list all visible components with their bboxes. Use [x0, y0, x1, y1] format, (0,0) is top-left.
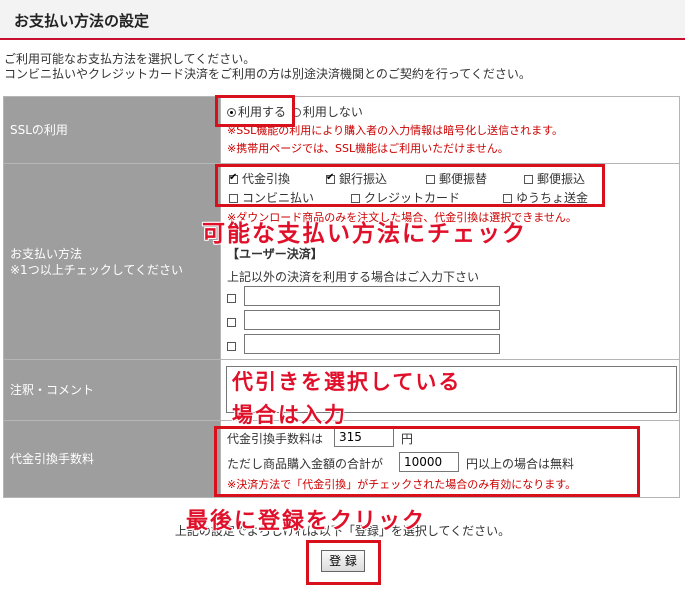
highlight-cod-fee — [214, 426, 640, 497]
highlight-payment-methods — [215, 164, 605, 207]
annotation-comment-2: 場合は入力 — [232, 403, 347, 427]
ssl-option-off[interactable]: 利用しない — [291, 105, 363, 119]
intro-text: ご利用可能なお支払方法を選択してください。 コンビニ払いやクレジットカード決済を… — [4, 52, 531, 82]
user-payment-row-3 — [227, 339, 240, 353]
checkbox-icon[interactable] — [227, 318, 236, 327]
user-payment-row-2 — [227, 315, 240, 329]
checkbox-icon[interactable] — [227, 294, 236, 303]
cod-fee-label: 代金引換手数料 — [3, 420, 221, 498]
intro-line-2: コンビニ払いやクレジットカード決済をご利用の方は別途決済機関とのご契約を行ってく… — [4, 67, 531, 81]
user-payment-row-1 — [227, 291, 240, 305]
page-title: お支払い方法の設定 — [14, 12, 150, 30]
user-payment-desc: 上記以外の決済を利用する場合はご入力下さい — [227, 270, 480, 284]
user-payment-input-3[interactable] — [244, 334, 500, 354]
comment-label: 注釈・コメント — [3, 359, 221, 421]
annotation-payment: 可能な支払い方法にチェック — [202, 221, 527, 247]
payment-label: お支払い方法 ※1つ以上チェックしてください — [3, 163, 221, 360]
ssl-label: SSLの利用 — [3, 96, 221, 164]
highlight-ssl — [215, 95, 295, 127]
highlight-submit — [306, 540, 381, 585]
user-payment-input-2[interactable] — [244, 310, 500, 330]
intro-line-1: ご利用可能なお支払方法を選択してください。 — [4, 52, 256, 66]
annotation-submit: 最後に登録をクリック — [186, 509, 427, 534]
page-header: お支払い方法の設定 — [0, 0, 685, 40]
ssl-note-2: ※携帯用ページでは、SSL機能はご利用いただけません。 — [227, 142, 509, 155]
checkbox-icon[interactable] — [227, 342, 236, 351]
annotation-comment-1: 代引きを選択している — [232, 370, 462, 394]
user-payment-input-1[interactable] — [244, 286, 500, 306]
